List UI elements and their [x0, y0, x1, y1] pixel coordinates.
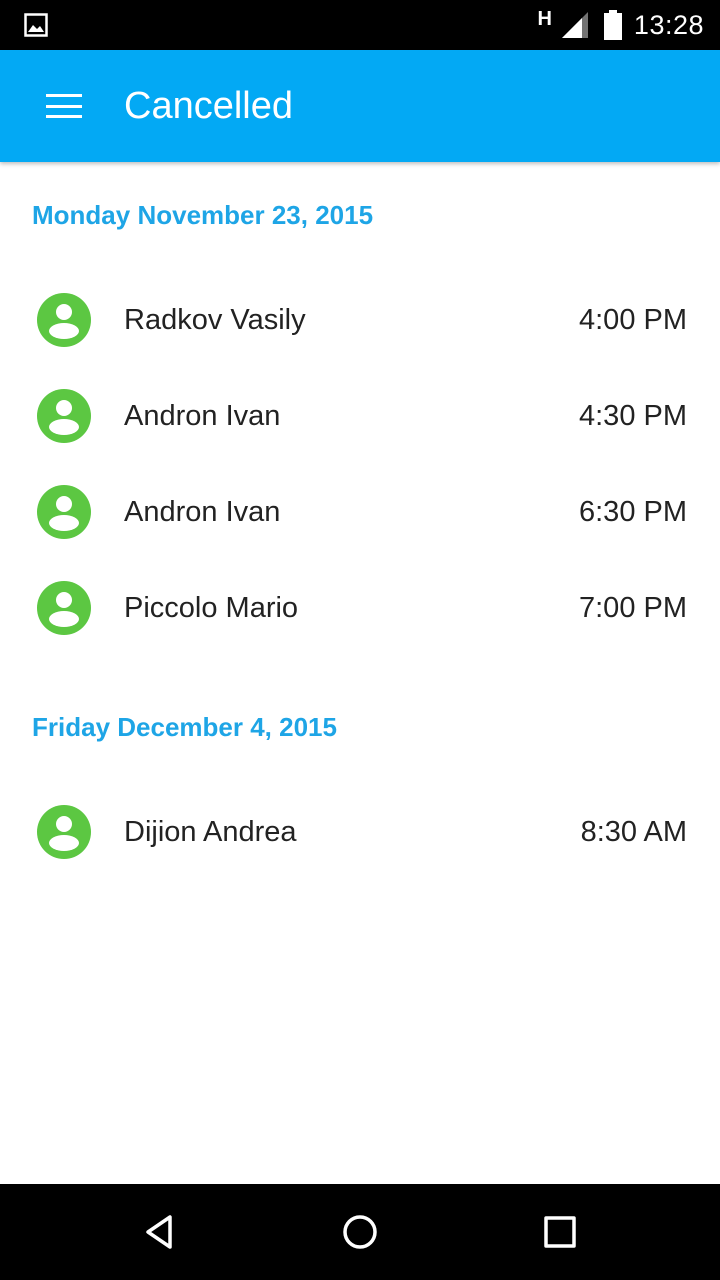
navigation-bar — [0, 1184, 720, 1280]
section-date: Friday December 4, 2015 — [32, 712, 337, 742]
back-triangle-icon — [146, 1215, 172, 1249]
contact-name: Radkov Vasily — [124, 304, 306, 336]
appointment-time: 7:00 PM — [579, 592, 687, 624]
recents-square-icon — [544, 1216, 576, 1248]
image-icon — [24, 13, 48, 37]
list-item[interactable]: Andron Ivan 6:30 PM — [0, 464, 720, 560]
contact-name: Piccolo Mario — [124, 592, 299, 624]
list-item[interactable]: Dijion Andrea 8:30 AM — [0, 784, 720, 880]
section-header: Monday November 23, 2015 — [0, 162, 720, 272]
person-icon — [37, 389, 91, 443]
section-header: Friday December 4, 2015 — [0, 674, 720, 784]
recents-button[interactable] — [534, 1206, 586, 1258]
contact-name: Andron Ivan — [124, 496, 281, 528]
person-icon — [37, 485, 91, 539]
status-indicators: H 13:28 — [537, 0, 704, 50]
appointment-time: 4:30 PM — [579, 400, 687, 432]
list-item[interactable]: Andron Ivan 4:30 PM — [0, 368, 720, 464]
back-button[interactable] — [134, 1206, 186, 1258]
list-item[interactable]: Piccolo Mario 7:00 PM — [0, 560, 720, 656]
home-circle-icon — [343, 1215, 377, 1249]
appointment-time: 6:30 PM — [579, 496, 687, 528]
page-title: Cancelled — [124, 85, 293, 127]
person-icon — [37, 581, 91, 635]
home-button[interactable] — [334, 1206, 386, 1258]
menu-icon — [46, 94, 82, 118]
app-bar: Cancelled — [0, 50, 720, 162]
menu-button[interactable] — [36, 86, 92, 126]
list-item[interactable]: Radkov Vasily 4:00 PM — [0, 272, 720, 368]
appointment-time: 8:30 AM — [580, 816, 687, 848]
status-bar: H 13:28 — [0, 0, 720, 50]
status-time: 13:28 — [633, 9, 704, 40]
contact-name: Dijion Andrea — [124, 816, 297, 848]
signal-icon — [561, 12, 588, 38]
person-icon — [37, 805, 91, 859]
appointment-time: 4:00 PM — [579, 304, 687, 336]
battery-icon — [603, 10, 622, 40]
contact-name: Andron Ivan — [124, 400, 281, 432]
network-type: H — [537, 7, 552, 30]
section-date: Monday November 23, 2015 — [32, 200, 374, 230]
person-icon — [37, 293, 91, 347]
appointment-list: Monday November 23, 2015 Radkov Vasily 4… — [0, 162, 720, 880]
